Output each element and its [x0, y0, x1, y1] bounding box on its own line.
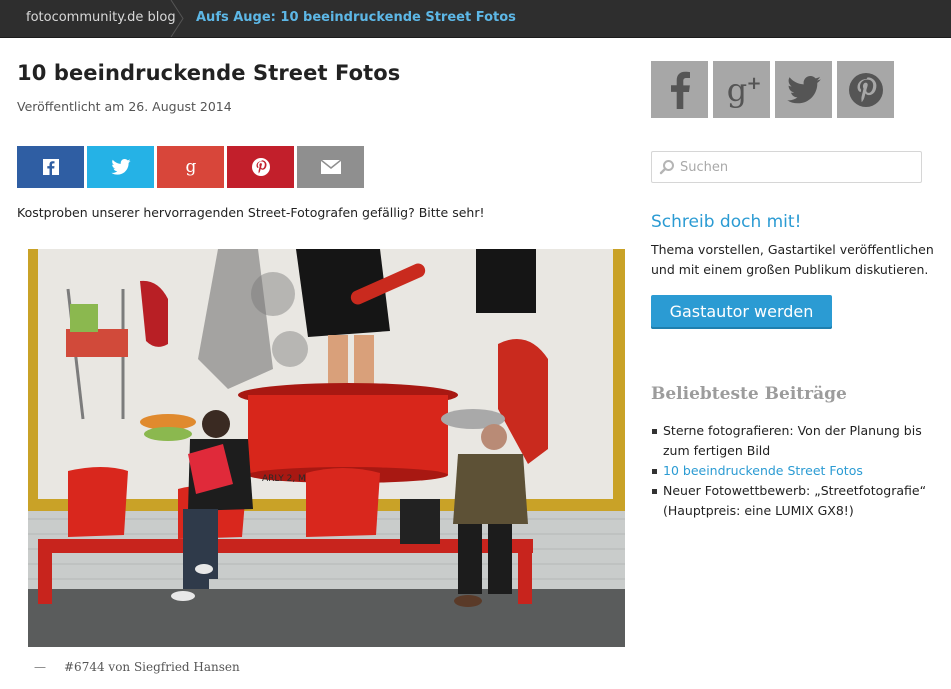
caption-text: #6744 von Siegfried Hansen [64, 660, 240, 674]
top-breadcrumb-bar: fotocommunity.de blog Aufs Auge: 10 beei… [0, 0, 951, 38]
popular-post-link[interactable]: Sterne fotografieren: Von der Planung bi… [663, 423, 922, 458]
post-photo[interactable]: ARLY 2, MONTLHE [28, 249, 625, 647]
sidebar-social-buttons: g + [651, 61, 894, 118]
popular-post-link[interactable]: Neuer Fotowettbewerb: „Streetfotografie“… [663, 483, 926, 518]
sidebar-twitter-button[interactable] [775, 61, 832, 118]
share-pinterest-button[interactable] [227, 146, 294, 188]
photo-caption: — #6744 von Siegfried Hansen [34, 660, 240, 674]
search-box [651, 151, 922, 183]
sidebar-facebook-button[interactable] [651, 61, 708, 118]
popular-post-link[interactable]: 10 beeindruckende Street Fotos [663, 463, 863, 478]
popular-posts-list: Sterne fotografieren: Von der Planung bi… [651, 421, 941, 521]
post-title: 10 beeindruckende Street Fotos [17, 61, 401, 85]
google-plus-icon: g [185, 158, 196, 176]
search-icon [659, 160, 674, 175]
pinterest-icon [251, 158, 270, 176]
twitter-icon [786, 75, 821, 103]
post-intro: Kostproben unserer hervorragenden Street… [17, 205, 485, 220]
share-mail-button[interactable] [297, 146, 364, 188]
cta-title: Schreib doch mit! [651, 212, 802, 232]
guest-author-button[interactable]: Gastautor werden [651, 295, 832, 329]
share-twitter-button[interactable] [87, 146, 154, 188]
facebook-icon [670, 71, 690, 109]
sidebar-google-plus-button[interactable]: g + [713, 61, 770, 118]
svg-text:+: + [746, 73, 761, 94]
list-item: Neuer Fotowettbewerb: „Streetfotografie“… [651, 481, 941, 521]
list-item: 10 beeindruckende Street Fotos [651, 461, 941, 481]
breadcrumb-separator-icon [170, 0, 184, 37]
list-item: Sterne fotografieren: Von der Planung bi… [651, 421, 941, 461]
share-facebook-button[interactable] [17, 146, 84, 188]
google-plus-icon: g + [726, 71, 761, 109]
cta-text: Thema vorstellen, Gastartikel veröffentl… [651, 242, 934, 277]
popular-posts-title: Beliebteste Beiträge [651, 384, 847, 404]
caption-dash: — [34, 660, 46, 674]
pinterest-icon [848, 72, 883, 107]
breadcrumb-home-link[interactable]: fotocommunity.de blog [0, 0, 188, 37]
twitter-icon [110, 159, 131, 175]
svg-text:g: g [726, 71, 746, 109]
sidebar-pinterest-button[interactable] [837, 61, 894, 118]
facebook-icon [42, 159, 59, 175]
post-date: Veröffentlicht am 26. August 2014 [17, 99, 232, 114]
share-buttons: g [17, 146, 364, 188]
svg-text:g: g [185, 158, 196, 176]
search-input[interactable] [680, 152, 918, 182]
share-google-plus-button[interactable]: g [157, 146, 224, 188]
breadcrumb-current-link[interactable]: Aufs Auge: 10 beeindruckende Street Foto… [196, 0, 516, 37]
mail-icon [320, 160, 341, 174]
